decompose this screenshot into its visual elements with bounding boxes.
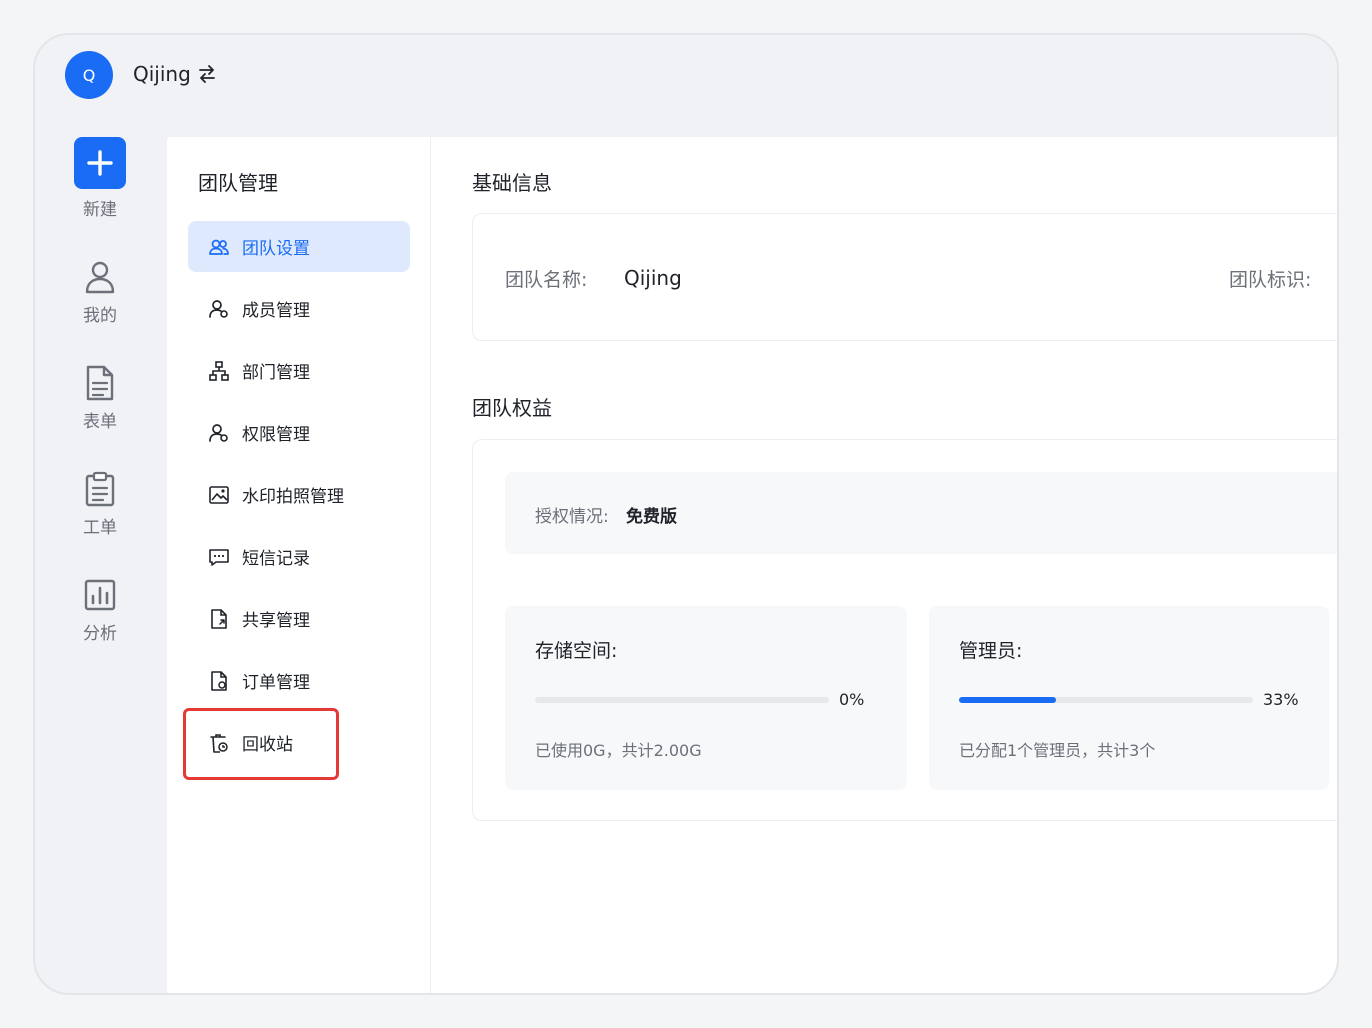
basic-info-title: 基础信息 <box>472 171 552 195</box>
team-id-label: 团队标识: <box>1229 269 1312 291</box>
nav-label: 短信记录 <box>242 549 310 569</box>
recycle-bin-icon <box>210 733 228 753</box>
member-icon <box>209 299 228 318</box>
nav-item-team-settings[interactable]: 团队设置 <box>188 221 410 272</box>
org-tree-icon <box>209 360 229 381</box>
nav-item-permissions[interactable]: 权限管理 <box>188 407 410 458</box>
rail-item-new[interactable]: 新建 <box>57 137 143 220</box>
storage-progress <box>535 697 829 703</box>
benefits-card: 授权情况: 免费版 存储空间: 0% 已使用0G，共计2.00G 管理员: 33… <box>472 439 1337 821</box>
avatar-letter: Q <box>82 65 96 85</box>
team-avatar[interactable]: Q <box>65 51 113 99</box>
nav-item-recycle-bin[interactable]: 回收站 <box>188 717 410 768</box>
license-label: 授权情况: <box>535 507 609 527</box>
rail-item-analytics[interactable]: 分析 <box>57 577 143 644</box>
nav-item-orders[interactable]: 订单管理 <box>188 655 410 706</box>
rail-item-mine[interactable]: 我的 <box>57 259 143 326</box>
share-file-icon <box>211 608 227 629</box>
license-bar: 授权情况: 免费版 <box>505 472 1337 554</box>
nav-label: 回收站 <box>242 735 293 755</box>
admins-desc: 已分配1个管理员，共计3个 <box>959 741 1156 760</box>
admins-title: 管理员: <box>959 640 1023 662</box>
nav-label: 订单管理 <box>242 673 310 693</box>
permission-icon <box>209 423 228 442</box>
swap-icon[interactable] <box>198 62 216 86</box>
rail-label: 分析 <box>83 624 117 644</box>
nav-label: 团队设置 <box>242 239 310 259</box>
main-content: 基础信息 团队名称: Qijing 团队标识: 团队权益 授权情况: 免费版 存… <box>431 137 1337 993</box>
storage-title: 存储空间: <box>535 640 618 662</box>
clipboard-icon <box>85 471 115 507</box>
nav-label: 共享管理 <box>242 611 310 631</box>
nav-item-sms-records[interactable]: 短信记录 <box>188 531 410 582</box>
team-management-nav: 团队管理 团队设置 成员管理 部门管理 权限管理 水印拍照管理 短信记录 共享管… <box>167 137 431 993</box>
nav-label: 部门管理 <box>242 363 310 383</box>
admins-progress-fill <box>959 697 1057 703</box>
rail-label: 表单 <box>83 412 117 432</box>
user-icon <box>85 261 115 294</box>
nav-item-watermark-photo[interactable]: 水印拍照管理 <box>188 469 410 520</box>
license-value: 免费版 <box>626 507 677 527</box>
top-bar: Q Qijing <box>35 35 1337 137</box>
nav-item-share[interactable]: 共享管理 <box>188 593 410 644</box>
team-name-label: 团队名称: <box>505 269 588 291</box>
rail-label: 新建 <box>83 200 117 220</box>
rail-item-forms[interactable]: 表单 <box>57 365 143 432</box>
team-name-value: Qijing <box>624 266 682 290</box>
rail-label: 工单 <box>83 518 117 538</box>
admins-percent: 33% <box>1263 690 1299 709</box>
order-file-icon <box>211 670 227 691</box>
team-name[interactable]: Qijing <box>133 62 191 86</box>
left-rail: 新建 我的 表单 工单 分析 <box>35 137 167 993</box>
storage-desc: 已使用0G，共计2.00G <box>535 741 702 760</box>
document-icon <box>86 365 114 401</box>
rail-item-tickets[interactable]: 工单 <box>57 471 143 538</box>
plus-icon <box>74 137 126 189</box>
rail-label: 我的 <box>83 306 117 326</box>
nav-item-departments[interactable]: 部门管理 <box>188 345 410 396</box>
bar-chart-icon <box>84 579 116 611</box>
admins-card: 管理员: 33% 已分配1个管理员，共计3个 <box>929 606 1329 790</box>
benefits-title: 团队权益 <box>472 396 552 420</box>
storage-percent: 0% <box>839 690 865 709</box>
admins-progress <box>959 697 1253 703</box>
watermark-photo-icon <box>209 485 229 504</box>
basic-info-card: 团队名称: Qijing 团队标识: <box>472 213 1337 341</box>
nav-label: 成员管理 <box>242 301 310 321</box>
storage-card: 存储空间: 0% 已使用0G，共计2.00G <box>505 606 907 790</box>
team-icon <box>209 239 229 255</box>
nav-item-members[interactable]: 成员管理 <box>188 283 410 334</box>
subnav-title: 团队管理 <box>198 171 278 195</box>
nav-label: 水印拍照管理 <box>242 487 344 507</box>
app-window: Q Qijing 新建 我的 表单 工单 分析 团队管理 团队设置 成员管理 部… <box>33 33 1339 995</box>
sms-icon <box>209 548 229 566</box>
nav-label: 权限管理 <box>242 425 310 445</box>
